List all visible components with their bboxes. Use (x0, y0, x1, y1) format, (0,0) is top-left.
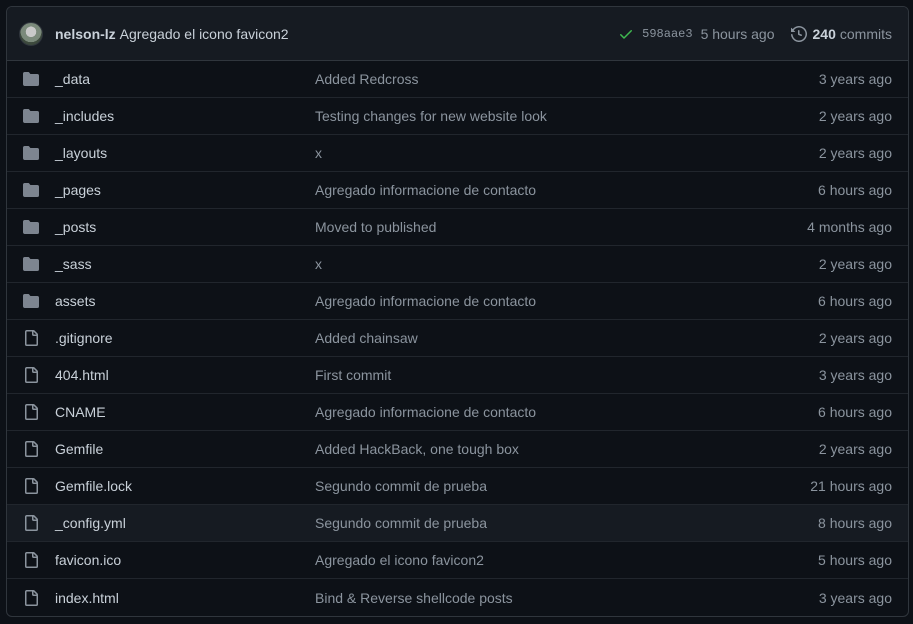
file-name-link[interactable]: index.html (55, 590, 315, 606)
file-commit-message-link[interactable]: Agregado el icono favicon2 (315, 552, 752, 568)
file-list: _data Added Redcross 3 years ago _includes T… (7, 61, 908, 616)
file-row[interactable]: Gemfile.lock Segundo commit de prueba 21 h… (7, 468, 908, 505)
file-row[interactable]: _posts Moved to published 4 months ago (7, 209, 908, 246)
file-commit-age: 4 months ago (807, 219, 892, 235)
file-row[interactable]: _data Added Redcross 3 years ago (7, 61, 908, 98)
file-commit-message-link[interactable]: Agregado informacione de contacto (315, 404, 752, 420)
file-name-link[interactable]: .gitignore (55, 330, 315, 346)
file-row[interactable]: CNAME Agregado informacione de contacto 6 … (7, 394, 908, 431)
file-icon (25, 478, 38, 494)
file-commit-message-link[interactable]: Added HackBack, one tough box (315, 441, 752, 457)
commits-history-link[interactable]: 240 commits (790, 25, 892, 42)
file-commit-age: 2 years ago (818, 441, 892, 457)
file-commit-message-link[interactable]: Bind & Reverse shellcode posts (315, 590, 752, 606)
file-commit-message-link[interactable]: First commit (315, 367, 752, 383)
file-commit-age: 6 hours ago (818, 182, 892, 198)
file-name-link[interactable]: _data (55, 71, 315, 87)
file-icon (25, 552, 38, 568)
file-name-link[interactable]: Gemfile (55, 441, 315, 457)
file-row[interactable]: _layouts x 2 years ago (7, 135, 908, 172)
file-name-link[interactable]: CNAME (55, 404, 315, 420)
file-name-link[interactable]: _posts (55, 219, 315, 235)
file-icon (25, 515, 38, 531)
file-name-link[interactable]: _pages (55, 182, 315, 198)
commit-sha-link[interactable]: 598aae3 (642, 27, 692, 41)
folder-icon (23, 294, 39, 308)
commit-label: commits (839, 25, 892, 42)
file-commit-message-link[interactable]: Agregado informacione de contacto (315, 293, 752, 309)
file-row[interactable]: assets Agregado informacione de contacto 6… (7, 283, 908, 320)
file-commit-age: 3 years ago (818, 71, 892, 87)
file-row[interactable]: _sass x 2 years ago (7, 246, 908, 283)
file-name-link[interactable]: Gemfile.lock (55, 478, 315, 494)
file-row[interactable]: _pages Agregado informacione de contacto 6… (7, 172, 908, 209)
file-commit-message-link[interactable]: Agregado informacione de contacto (315, 182, 752, 198)
file-commit-message-link[interactable]: Segundo commit de prueba (315, 478, 752, 494)
file-row[interactable]: _includes Testing changes for new website… (7, 98, 908, 135)
file-commit-age: 6 hours ago (818, 293, 892, 309)
file-row[interactable]: .gitignore Added chainsaw 2 years ago (7, 320, 908, 357)
history-icon (790, 25, 807, 42)
file-browser: nelson-lz Agregado el icono favicon2 598… (6, 6, 909, 617)
file-commit-message-link[interactable]: x (315, 145, 752, 161)
file-name-link[interactable]: _config.yml (55, 515, 315, 531)
file-commit-age: 8 hours ago (818, 515, 892, 531)
commit-author-link[interactable]: nelson-lz (55, 26, 116, 42)
file-commit-age: 2 years ago (818, 256, 892, 272)
file-row[interactable]: favicon.ico Agregado el icono favicon2 5 h… (7, 542, 908, 579)
folder-icon (23, 146, 39, 160)
file-name-link[interactable]: favicon.ico (55, 552, 315, 568)
file-commit-age: 5 hours ago (818, 552, 892, 568)
file-commit-age: 2 years ago (818, 145, 892, 161)
file-name-link[interactable]: assets (55, 293, 315, 309)
file-row[interactable]: 404.html First commit 3 years ago (7, 357, 908, 394)
latest-commit-header: nelson-lz Agregado el icono favicon2 598… (7, 7, 908, 61)
folder-icon (23, 257, 39, 271)
file-commit-message-link[interactable]: Added chainsaw (315, 330, 752, 346)
file-name-link[interactable]: _sass (55, 256, 315, 272)
folder-icon (23, 220, 39, 234)
file-icon (25, 589, 38, 606)
folder-icon (23, 72, 39, 86)
file-row[interactable]: index.html Bind & Reverse shellcode posts… (7, 579, 908, 616)
file-commit-age: 3 years ago (818, 589, 892, 606)
file-commit-age: 3 years ago (818, 367, 892, 383)
file-commit-age: 6 hours ago (818, 404, 892, 420)
file-commit-message-link[interactable]: x (315, 256, 752, 272)
commit-count: 240 (812, 25, 836, 42)
commit-time: 5 hours ago (700, 25, 775, 42)
folder-icon (23, 183, 39, 197)
folder-icon (23, 109, 39, 123)
file-commit-message-link[interactable]: Testing changes for new website look (315, 108, 752, 124)
file-commit-message-link[interactable]: Segundo commit de prueba (315, 515, 752, 531)
file-commit-age: 2 years ago (818, 330, 892, 346)
file-row[interactable]: Gemfile Added HackBack, one tough box 2 ye… (7, 431, 908, 468)
file-icon (25, 367, 38, 383)
file-name-link[interactable]: 404.html (55, 367, 315, 383)
avatar[interactable] (19, 21, 43, 46)
file-icon (25, 441, 38, 457)
latest-commit-message[interactable]: Agregado el icono favicon2 (120, 26, 289, 42)
file-commit-age: 2 years ago (818, 108, 892, 124)
file-name-link[interactable]: _includes (55, 108, 315, 124)
check-icon[interactable] (618, 26, 634, 42)
file-icon (25, 404, 38, 420)
file-commit-message-link[interactable]: Moved to published (315, 219, 752, 235)
file-commit-message-link[interactable]: Added Redcross (315, 71, 752, 87)
file-commit-age: 21 hours ago (810, 478, 892, 494)
file-name-link[interactable]: _layouts (55, 145, 315, 161)
file-icon (25, 330, 38, 346)
file-row[interactable]: _config.yml Segundo commit de prueba 8 hou… (7, 505, 908, 542)
